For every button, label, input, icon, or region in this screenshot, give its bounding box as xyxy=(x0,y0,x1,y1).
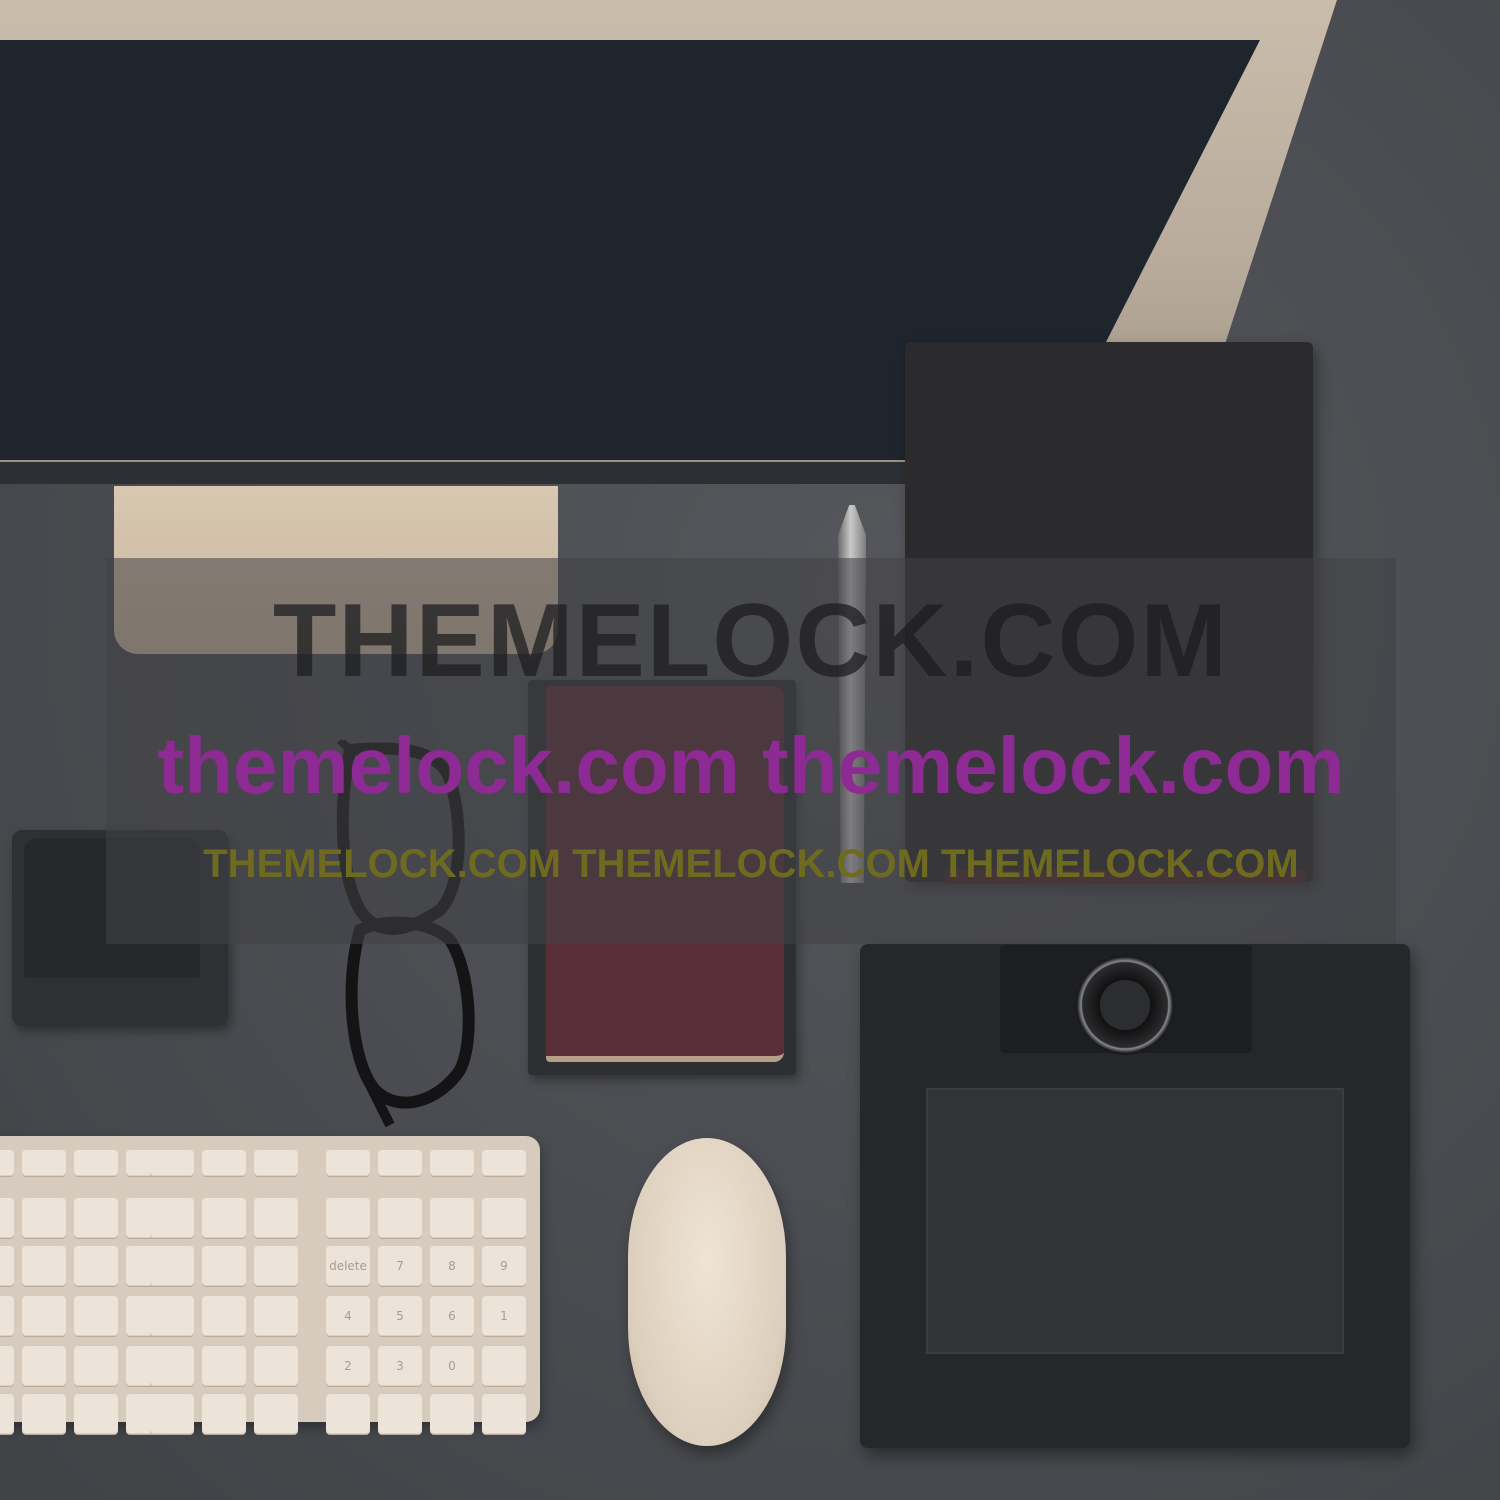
keyboard-key xyxy=(430,1394,474,1434)
keyboard-key xyxy=(22,1150,66,1176)
keyboard-key xyxy=(482,1346,526,1386)
keyboard-key xyxy=(150,1394,194,1434)
keyboard-key xyxy=(22,1394,66,1434)
keyboard-key xyxy=(0,1150,14,1176)
keyboard-key: 8 xyxy=(430,1246,474,1286)
keyboard-key xyxy=(150,1150,194,1176)
keyboard-key xyxy=(202,1296,246,1336)
keyboard-key xyxy=(202,1198,246,1238)
keyboard-key xyxy=(254,1296,298,1336)
keyboard-key xyxy=(326,1150,370,1176)
keyboard-key xyxy=(202,1246,246,1286)
keyboard-key: 0 xyxy=(430,1346,474,1386)
watermark-text-magenta: themelock.com themelock.com xyxy=(157,721,1345,810)
keyboard-key xyxy=(0,1246,14,1286)
keyboard-key xyxy=(74,1346,118,1386)
keyboard-key xyxy=(150,1246,194,1286)
keyboard-key: 6 xyxy=(430,1296,474,1336)
tablet-wheel xyxy=(1075,955,1175,1055)
keyboard-key xyxy=(22,1198,66,1238)
keyboard-key xyxy=(254,1346,298,1386)
keyboard-key xyxy=(202,1394,246,1434)
keyboard-key xyxy=(202,1150,246,1176)
keyboard-key: 9 xyxy=(482,1246,526,1286)
keyboard-key xyxy=(74,1150,118,1176)
keyboard-key xyxy=(74,1296,118,1336)
keyboard-key xyxy=(150,1296,194,1336)
keyboard-key: 1 xyxy=(482,1296,526,1336)
keyboard-key xyxy=(74,1198,118,1238)
keyboard-key: 7 xyxy=(378,1246,422,1286)
keyboard-key xyxy=(74,1394,118,1434)
watermark-text-olive: THEMELOCK.COM THEMELOCK.COM THEMELOCK.CO… xyxy=(203,842,1299,886)
keyboard-key xyxy=(430,1198,474,1238)
watermark-text-large: THEMELOCK.COM xyxy=(272,583,1230,699)
keyboard-key xyxy=(326,1394,370,1434)
keyboard-key: 4 xyxy=(326,1296,370,1336)
keyboard-key xyxy=(74,1246,118,1286)
keyboard-key xyxy=(0,1346,14,1386)
keyboard-key xyxy=(22,1296,66,1336)
keyboard-key xyxy=(378,1394,422,1434)
tablet-pad xyxy=(926,1088,1344,1354)
keyboard-key xyxy=(326,1198,370,1238)
keyboard: delete 7 8 9 4 5 6 1 2 3 0 xyxy=(0,1136,540,1434)
keyboard-key xyxy=(254,1150,298,1176)
keyboard-key xyxy=(254,1246,298,1286)
keyboard-key xyxy=(378,1150,422,1176)
keyboard-key xyxy=(150,1198,194,1238)
keyboard-key xyxy=(430,1150,474,1176)
keyboard-key: 5 xyxy=(378,1296,422,1336)
keyboard-key xyxy=(482,1150,526,1176)
keyboard-key xyxy=(150,1346,194,1386)
keyboard-key xyxy=(482,1394,526,1434)
keyboard-key: delete xyxy=(326,1246,370,1286)
keyboard-key xyxy=(482,1198,526,1238)
keyboard-key xyxy=(22,1246,66,1286)
keyboard-key xyxy=(0,1296,14,1336)
keyboard-key xyxy=(0,1198,14,1238)
keyboard-key: 2 xyxy=(326,1346,370,1386)
keyboard-key xyxy=(202,1346,246,1386)
keyboard-key xyxy=(378,1198,422,1238)
keyboard-key xyxy=(22,1346,66,1386)
keyboard-key xyxy=(0,1394,14,1434)
mouse xyxy=(628,1138,786,1446)
keyboard-key xyxy=(254,1394,298,1434)
desk-scene: delete 7 8 9 4 5 6 1 2 3 0 THEMELOCK.COM themelock… xyxy=(0,0,1500,1500)
keyboard-key: 3 xyxy=(378,1346,422,1386)
keyboard-key xyxy=(254,1198,298,1238)
